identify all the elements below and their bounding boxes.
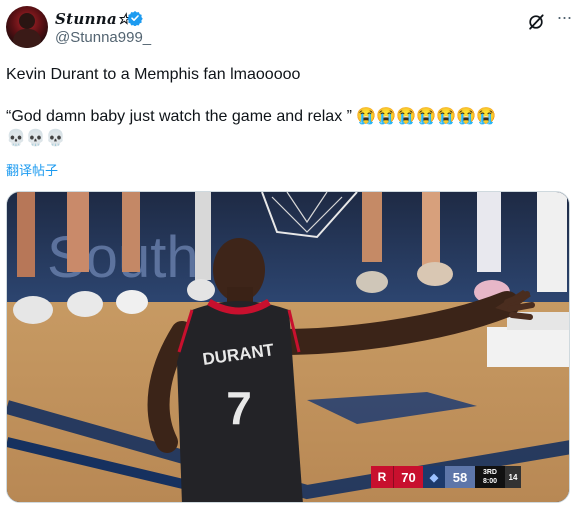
display-name[interactable]: Stunna☆ [55,10,131,28]
verified-badge-icon [127,11,143,26]
jersey-number: 7 [226,382,252,434]
avatar[interactable] [6,6,48,48]
shot-clock: 14 [505,466,521,488]
game-clock: 3RD 8:00 [475,466,505,488]
tweet-line-2: “God damn baby just watch the game and r… [6,108,496,125]
home-score: 70 [393,466,423,488]
period: 3RD [482,469,497,476]
tweet-text: Kevin Durant to a Memphis fan lmaooooo “… [6,64,566,150]
user-handle[interactable]: @Stunna999_ [55,29,151,46]
tweet-line-3: 💀💀💀 [6,130,66,147]
video-frame: South [7,192,569,502]
clock: 8:00 [482,478,497,485]
grok-slash-icon[interactable] [526,12,546,32]
scorebug: R 70 ◆ 58 3RD 8:00 14 [371,466,521,488]
tweet-line-1: Kevin Durant to a Memphis fan lmaooooo [6,66,301,83]
more-dots-icon[interactable]: ··· [554,8,574,30]
away-score: 58 [445,466,475,488]
tweet-header: Stunna☆ @Stunna999_ ··· [6,6,574,50]
rockets-logo-icon: R [371,466,393,488]
translate-post-link[interactable]: 翻译帖子 [6,160,58,179]
grizzlies-logo-icon: ◆ [423,466,445,488]
tweet-video[interactable]: South [6,191,570,503]
